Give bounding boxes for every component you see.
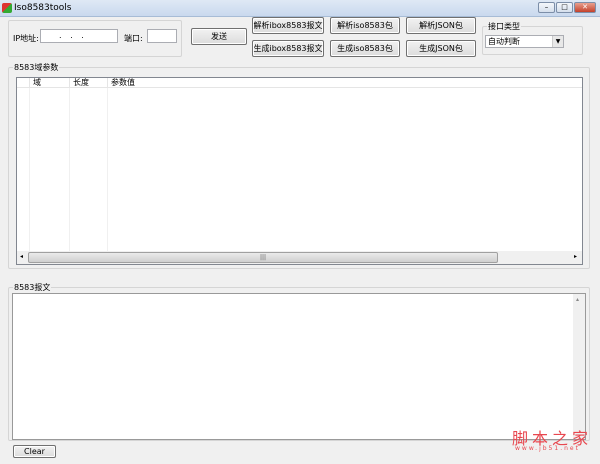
scroll-right-icon[interactable]: ▸: [574, 253, 577, 260]
port-label: 端口:: [124, 34, 143, 43]
column-header-length[interactable]: 长度: [70, 78, 108, 88]
scrollbar-thumb[interactable]: |||: [28, 252, 498, 263]
interface-type-select[interactable]: 自动判断 ▼: [485, 35, 564, 48]
gen-iso-button[interactable]: 生成iso8583包: [330, 40, 400, 57]
watermark-url: www.jb51.net: [515, 445, 580, 452]
gen-json-button[interactable]: 生成JSON包: [406, 40, 476, 57]
port-input[interactable]: [147, 29, 177, 43]
grid-col-line: [30, 88, 70, 251]
clear-button[interactable]: Clear: [13, 445, 56, 458]
app-icon: [2, 3, 12, 13]
scroll-up-icon[interactable]: ▴: [576, 296, 579, 303]
grid-col-line: [70, 88, 108, 251]
grid-col-line: [17, 88, 30, 251]
title-bar: Iso8583tools – □ ✕: [0, 0, 600, 17]
parse-json-button[interactable]: 解析JSON包: [406, 17, 476, 34]
maximize-button[interactable]: □: [556, 2, 573, 13]
gen-ibox-button[interactable]: 生成ibox8583报文: [252, 40, 324, 57]
parse-iso-button[interactable]: 解析iso8583包: [330, 17, 400, 34]
message-textarea[interactable]: [12, 293, 586, 440]
message-group-label: 8583报文: [13, 282, 52, 293]
close-button[interactable]: ✕: [574, 2, 596, 13]
minimize-button[interactable]: –: [538, 2, 555, 13]
parse-ibox-button[interactable]: 解析ibox8583报文: [252, 17, 324, 34]
ip-address-input[interactable]: . . .: [40, 29, 118, 43]
interface-type-label: 接口类型: [487, 21, 521, 32]
column-header-value[interactable]: 参数值: [108, 78, 582, 88]
fields-group-label: 8583域参数: [13, 62, 60, 73]
send-button[interactable]: 发送: [191, 28, 247, 45]
interface-type-value: 自动判断: [488, 37, 520, 46]
row-header-corner: [17, 78, 30, 88]
vertical-scrollbar[interactable]: ▴: [573, 294, 585, 439]
chevron-down-icon[interactable]: ▼: [552, 36, 563, 47]
window-title: Iso8583tools: [14, 3, 72, 13]
horizontal-scrollbar[interactable]: ◂ ||| ▸: [17, 251, 582, 264]
scroll-left-icon[interactable]: ◂: [20, 253, 23, 260]
fields-grid[interactable]: 域 长度 参数值 ◂ ||| ▸: [16, 77, 583, 265]
column-header-field[interactable]: 域: [30, 78, 70, 88]
ip-label: IP地址:: [13, 34, 39, 43]
